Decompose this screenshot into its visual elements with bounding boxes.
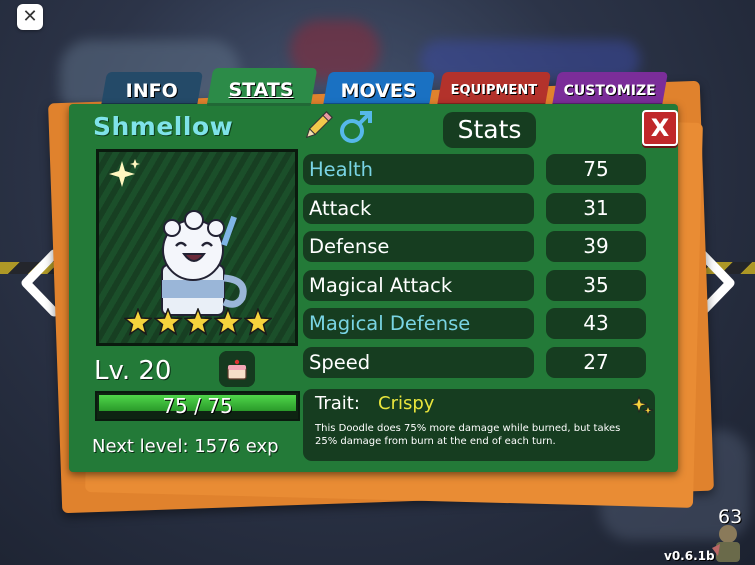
stat-row-health: Health 75 [303, 154, 646, 185]
male-icon [340, 111, 372, 143]
stat-row-attack: Attack 31 [303, 192, 646, 224]
hp-text: 75 / 75 [162, 394, 233, 418]
star-icon [124, 308, 152, 336]
version-label: v0.6.1b [664, 549, 715, 563]
stat-label: Magical Attack [303, 269, 534, 301]
tab-equipment[interactable]: EQUIPMENT [437, 72, 551, 106]
stat-label: Magical Defense [303, 308, 534, 339]
stat-value: 75 [546, 154, 646, 185]
tab-label: STATS [228, 79, 294, 101]
stat-row-speed: Speed 27 [303, 346, 646, 378]
tab-customize[interactable]: CUSTOMIZE [552, 72, 668, 106]
stat-label: Attack [303, 192, 534, 224]
star-icon [184, 308, 212, 336]
pencil-icon[interactable] [300, 108, 336, 144]
stat-label: Defense [303, 231, 534, 262]
hp-bar: 75 / 75 [95, 391, 300, 421]
trait-label: Trait: [315, 393, 360, 414]
stats-title: Stats [443, 112, 536, 148]
close-button[interactable]: X [642, 110, 678, 146]
tab-info[interactable]: INFO [101, 72, 203, 106]
tab-stats[interactable]: STATS [206, 68, 318, 106]
star-icon [154, 308, 182, 336]
cake-icon[interactable] [219, 351, 255, 387]
stat-row-magical-attack: Magical Attack 35 [303, 269, 646, 301]
stat-row-defense: Defense 39 [303, 231, 646, 262]
star-icon [214, 308, 242, 336]
star-rating [124, 308, 274, 338]
stat-value: 31 [546, 192, 646, 224]
stat-label: Speed [303, 346, 534, 378]
doodle-level: Lv. 20 [94, 356, 172, 386]
sparkle-icon [109, 159, 140, 187]
stat-value: 27 [546, 346, 646, 378]
doodle-name: Shmellow [93, 112, 234, 141]
close-overlay-button[interactable]: ✕ [17, 4, 43, 30]
trait-box: Trait: Crispy This Doodle does 75% more … [303, 389, 655, 461]
star-icon [244, 308, 272, 336]
doodle-sprite [161, 210, 247, 316]
tab-moves[interactable]: MOVES [323, 72, 435, 106]
stat-value: 43 [546, 308, 646, 339]
trait-stars-icon [630, 395, 654, 417]
next-level-text: Next level: 1576 exp [92, 436, 279, 457]
trait-name: Crispy [378, 393, 435, 414]
stat-value: 35 [546, 269, 646, 301]
stat-label: Health [303, 154, 534, 185]
trait-description: This Doodle does 75% more damage while b… [315, 423, 621, 447]
stat-value: 39 [546, 231, 646, 262]
stat-row-magical-defense: Magical Defense 43 [303, 308, 646, 339]
